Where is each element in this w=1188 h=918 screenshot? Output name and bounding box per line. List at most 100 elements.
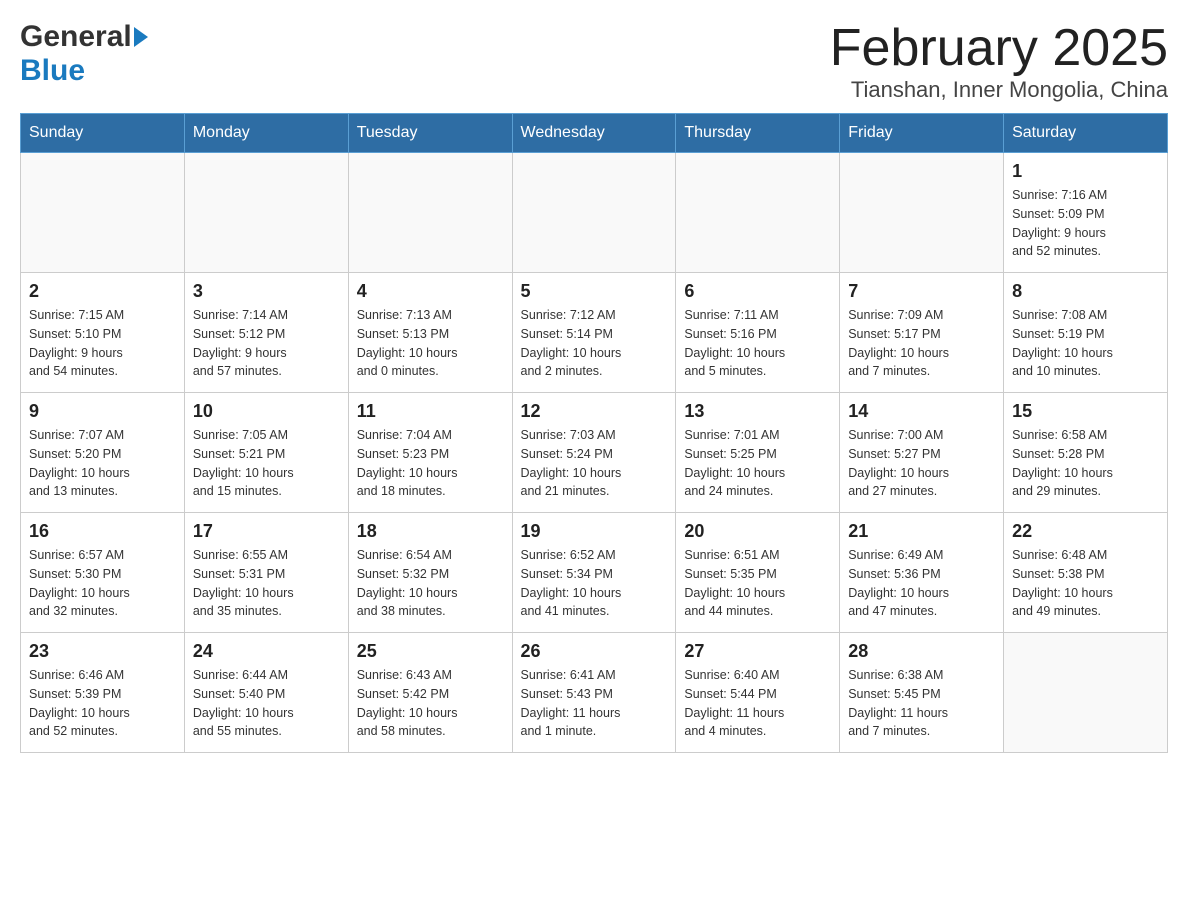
calendar-weekday-header: Sunday — [21, 114, 185, 153]
title-block: February 2025 Tianshan, Inner Mongolia, … — [830, 20, 1168, 103]
day-info: Sunrise: 6:54 AMSunset: 5:32 PMDaylight:… — [357, 546, 504, 621]
day-info: Sunrise: 6:41 AMSunset: 5:43 PMDaylight:… — [521, 666, 668, 741]
calendar-weekday-header: Monday — [184, 114, 348, 153]
day-info: Sunrise: 6:57 AMSunset: 5:30 PMDaylight:… — [29, 546, 176, 621]
day-info: Sunrise: 7:05 AMSunset: 5:21 PMDaylight:… — [193, 426, 340, 501]
day-info: Sunrise: 7:11 AMSunset: 5:16 PMDaylight:… — [684, 306, 831, 381]
calendar-day-cell: 25 Sunrise: 6:43 AMSunset: 5:42 PMDayligh… — [348, 633, 512, 753]
day-number: 23 — [29, 641, 176, 662]
calendar-day-cell: 18 Sunrise: 6:54 AMSunset: 5:32 PMDayligh… — [348, 513, 512, 633]
calendar-day-cell: 22 Sunrise: 6:48 AMSunset: 5:38 PMDayligh… — [1004, 513, 1168, 633]
calendar-day-cell: 8 Sunrise: 7:08 AMSunset: 5:19 PMDaylight… — [1004, 273, 1168, 393]
calendar-day-cell: 21 Sunrise: 6:49 AMSunset: 5:36 PMDayligh… — [840, 513, 1004, 633]
calendar-day-cell: 4 Sunrise: 7:13 AMSunset: 5:13 PMDaylight… — [348, 273, 512, 393]
calendar-day-cell: 19Sunrise: 6:52 AMSunset: 5:34 PMDayligh… — [512, 513, 676, 633]
day-info: Sunrise: 6:46 AMSunset: 5:39 PMDaylight:… — [29, 666, 176, 741]
calendar-day-cell: 5 Sunrise: 7:12 AMSunset: 5:14 PMDaylight… — [512, 273, 676, 393]
day-number: 16 — [29, 521, 176, 542]
day-number: 21 — [848, 521, 995, 542]
day-info: Sunrise: 7:12 AMSunset: 5:14 PMDaylight:… — [521, 306, 668, 381]
calendar-day-cell: 7 Sunrise: 7:09 AMSunset: 5:17 PMDaylight… — [840, 273, 1004, 393]
day-number: 26 — [521, 641, 668, 662]
day-number: 24 — [193, 641, 340, 662]
logo-blue-text: Blue — [20, 54, 85, 87]
calendar-day-cell: 24 Sunrise: 6:44 AMSunset: 5:40 PMDayligh… — [184, 633, 348, 753]
day-number: 20 — [684, 521, 831, 542]
day-number: 25 — [357, 641, 504, 662]
day-info: Sunrise: 7:14 AMSunset: 5:12 PMDaylight:… — [193, 306, 340, 381]
day-info: Sunrise: 7:15 AMSunset: 5:10 PMDaylight:… — [29, 306, 176, 381]
calendar-day-cell: 28Sunrise: 6:38 AMSunset: 5:45 PMDayligh… — [840, 633, 1004, 753]
calendar-day-cell: 16 Sunrise: 6:57 AMSunset: 5:30 PMDayligh… — [21, 513, 185, 633]
calendar-day-cell: 26 Sunrise: 6:41 AMSunset: 5:43 PMDayligh… — [512, 633, 676, 753]
calendar-day-cell — [676, 153, 840, 273]
calendar-day-cell: 10 Sunrise: 7:05 AMSunset: 5:21 PMDayligh… — [184, 393, 348, 513]
calendar-day-cell: 13 Sunrise: 7:01 AMSunset: 5:25 PMDayligh… — [676, 393, 840, 513]
calendar-week-row: 9 Sunrise: 7:07 AMSunset: 5:20 PMDaylight… — [21, 393, 1168, 513]
day-info: Sunrise: 7:00 AMSunset: 5:27 PMDaylight:… — [848, 426, 995, 501]
calendar-day-cell: 12Sunrise: 7:03 AMSunset: 5:24 PMDayligh… — [512, 393, 676, 513]
day-info: Sunrise: 6:44 AMSunset: 5:40 PMDaylight:… — [193, 666, 340, 741]
day-info: Sunrise: 6:58 AMSunset: 5:28 PMDaylight:… — [1012, 426, 1159, 501]
calendar-day-cell: 9 Sunrise: 7:07 AMSunset: 5:20 PMDaylight… — [21, 393, 185, 513]
day-number: 13 — [684, 401, 831, 422]
calendar-week-row: 2 Sunrise: 7:15 AMSunset: 5:10 PMDaylight… — [21, 273, 1168, 393]
day-info: Sunrise: 6:52 AMSunset: 5:34 PMDaylight:… — [521, 546, 668, 621]
page-header: General Blue February 2025 Tianshan, Inn… — [20, 20, 1168, 103]
day-info: Sunrise: 6:38 AMSunset: 5:45 PMDaylight:… — [848, 666, 995, 741]
day-number: 11 — [357, 401, 504, 422]
calendar-weekday-header: Wednesday — [512, 114, 676, 153]
calendar-day-cell — [1004, 633, 1168, 753]
day-info: Sunrise: 7:01 AMSunset: 5:25 PMDaylight:… — [684, 426, 831, 501]
day-info: Sunrise: 6:51 AMSunset: 5:35 PMDaylight:… — [684, 546, 831, 621]
calendar-day-cell: 6Sunrise: 7:11 AMSunset: 5:16 PMDaylight… — [676, 273, 840, 393]
day-number: 2 — [29, 281, 176, 302]
day-number: 14 — [848, 401, 995, 422]
day-info: Sunrise: 7:13 AMSunset: 5:13 PMDaylight:… — [357, 306, 504, 381]
logo: General Blue — [20, 20, 148, 88]
day-info: Sunrise: 7:04 AMSunset: 5:23 PMDaylight:… — [357, 426, 504, 501]
logo-general-text: General — [20, 20, 132, 54]
logo-arrow-icon — [134, 27, 148, 47]
day-info: Sunrise: 7:08 AMSunset: 5:19 PMDaylight:… — [1012, 306, 1159, 381]
calendar-day-cell: 3Sunrise: 7:14 AMSunset: 5:12 PMDaylight… — [184, 273, 348, 393]
calendar-day-cell: 14 Sunrise: 7:00 AMSunset: 5:27 PMDayligh… — [840, 393, 1004, 513]
day-info: Sunrise: 6:55 AMSunset: 5:31 PMDaylight:… — [193, 546, 340, 621]
calendar-day-cell: 2 Sunrise: 7:15 AMSunset: 5:10 PMDaylight… — [21, 273, 185, 393]
calendar-day-cell — [184, 153, 348, 273]
calendar-day-cell — [21, 153, 185, 273]
calendar-week-row: 23 Sunrise: 6:46 AMSunset: 5:39 PMDayligh… — [21, 633, 1168, 753]
calendar-weekday-header: Tuesday — [348, 114, 512, 153]
calendar-day-cell — [512, 153, 676, 273]
day-number: 17 — [193, 521, 340, 542]
day-info: Sunrise: 7:07 AMSunset: 5:20 PMDaylight:… — [29, 426, 176, 501]
calendar-title: February 2025 — [830, 20, 1168, 77]
day-number: 1 — [1012, 161, 1159, 182]
day-number: 5 — [521, 281, 668, 302]
day-number: 27 — [684, 641, 831, 662]
day-number: 10 — [193, 401, 340, 422]
day-info: Sunrise: 6:49 AMSunset: 5:36 PMDaylight:… — [848, 546, 995, 621]
calendar-day-cell: 17 Sunrise: 6:55 AMSunset: 5:31 PMDayligh… — [184, 513, 348, 633]
day-info: Sunrise: 7:16 AMSunset: 5:09 PMDaylight:… — [1012, 186, 1159, 261]
calendar-subtitle: Tianshan, Inner Mongolia, China — [830, 77, 1168, 103]
day-info: Sunrise: 6:48 AMSunset: 5:38 PMDaylight:… — [1012, 546, 1159, 621]
calendar-week-row: 1 Sunrise: 7:16 AMSunset: 5:09 PMDaylight… — [21, 153, 1168, 273]
calendar-day-cell — [840, 153, 1004, 273]
day-number: 8 — [1012, 281, 1159, 302]
calendar-day-cell: 15Sunrise: 6:58 AMSunset: 5:28 PMDayligh… — [1004, 393, 1168, 513]
calendar-weekday-header: Friday — [840, 114, 1004, 153]
day-number: 7 — [848, 281, 995, 302]
calendar-day-cell: 11 Sunrise: 7:04 AMSunset: 5:23 PMDayligh… — [348, 393, 512, 513]
day-number: 9 — [29, 401, 176, 422]
day-info: Sunrise: 7:09 AMSunset: 5:17 PMDaylight:… — [848, 306, 995, 381]
calendar-header-row: SundayMondayTuesdayWednesdayThursdayFrid… — [21, 114, 1168, 153]
day-number: 22 — [1012, 521, 1159, 542]
calendar-day-cell — [348, 153, 512, 273]
calendar-day-cell: 23 Sunrise: 6:46 AMSunset: 5:39 PMDayligh… — [21, 633, 185, 753]
day-number: 18 — [357, 521, 504, 542]
day-number: 12 — [521, 401, 668, 422]
calendar-day-cell: 27Sunrise: 6:40 AMSunset: 5:44 PMDayligh… — [676, 633, 840, 753]
day-number: 4 — [357, 281, 504, 302]
day-info: Sunrise: 6:43 AMSunset: 5:42 PMDaylight:… — [357, 666, 504, 741]
